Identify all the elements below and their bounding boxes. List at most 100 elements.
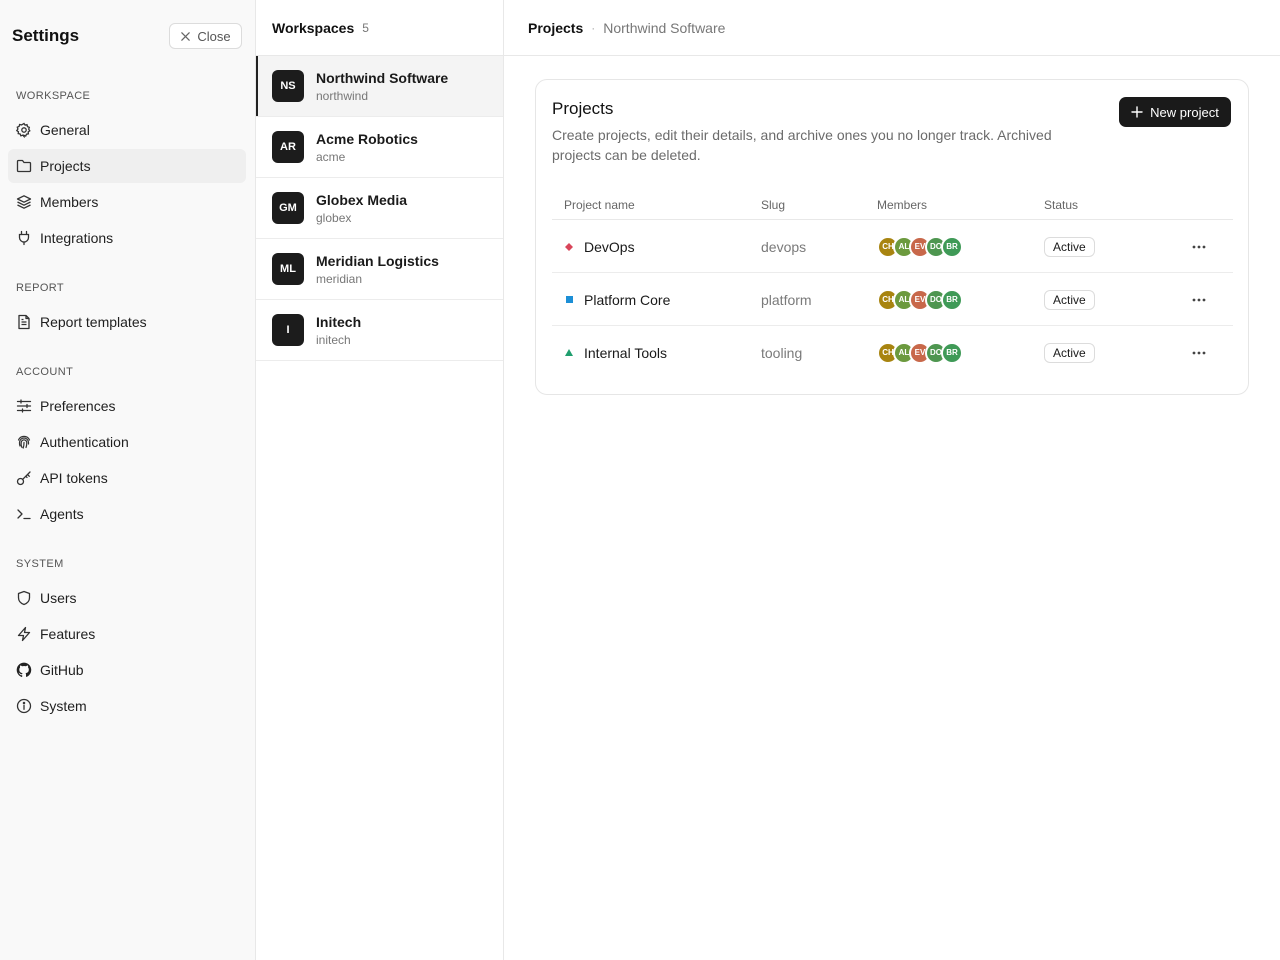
sidebar-item-integrations[interactable]: Integrations (8, 221, 246, 255)
workspace-slug: globex (316, 210, 352, 225)
workspace-name: Globex Media (316, 191, 408, 208)
card-description: Create projects, edit their details, and… (552, 127, 1052, 163)
sidebar-item-general[interactable]: General (8, 113, 246, 147)
key-icon (16, 471, 31, 486)
workspaces-title: Workspaces (272, 19, 355, 36)
sidebar-item-authentication[interactable]: Authentication (8, 425, 246, 459)
sidebar-item-report-templates[interactable]: Report templates (8, 305, 246, 339)
sidebar-item-features[interactable]: Features (8, 617, 246, 651)
new-project-label: New project (1150, 104, 1219, 120)
workspace-slug: northwind (316, 88, 369, 103)
workspace-item-globex[interactable]: GM Globex Media globex (256, 178, 503, 239)
workspace-slug: meridian (316, 271, 363, 286)
sliders-icon (16, 399, 32, 413)
close-icon (181, 31, 191, 41)
sidebar-item-github[interactable]: GitHub (8, 653, 246, 687)
row-actions-button[interactable] (1192, 273, 1206, 326)
project-name: DevOps (584, 238, 635, 255)
zap-icon (17, 626, 31, 642)
sidebar-item-label: Preferences (40, 398, 116, 414)
sidebar-item-label: Integrations (40, 230, 114, 246)
triangle-icon (564, 348, 574, 358)
workspace-avatar: ML (272, 253, 304, 285)
workspace-avatar: AR (272, 131, 304, 163)
more-horizontal-icon (1192, 351, 1206, 354)
workspace-item-initech[interactable]: I Initech initech (256, 300, 503, 361)
member-avatars: CH AL EV DO BR (877, 235, 963, 258)
diamond-icon (564, 242, 574, 252)
sidebar-item-projects[interactable]: Projects (8, 149, 246, 183)
sidebar-item-preferences[interactable]: Preferences (8, 389, 246, 423)
sidebar-item-label: General (40, 122, 90, 138)
workspaces-count: 5 (362, 20, 369, 35)
sidebar-item-label: Users (40, 590, 77, 606)
workspaces-header: Workspaces 5 (256, 0, 503, 56)
info-icon (16, 698, 32, 714)
breadcrumb-current: Projects (528, 19, 584, 36)
card-title: Projects (552, 99, 614, 118)
document-icon (18, 314, 30, 330)
table-header: Project name Slug Members Status (552, 184, 1233, 220)
sidebar-item-label: GitHub (40, 662, 84, 678)
sidebar-header: Settings Close (12, 22, 243, 50)
breadcrumb-parent[interactable]: Northwind Software (603, 20, 725, 36)
table-row[interactable]: DevOps devops CH AL EV DO BR Active (552, 220, 1233, 273)
gear-icon (16, 122, 31, 138)
workspace-slug: initech (316, 332, 351, 347)
settings-sidebar: Settings Close WORKSPACE General Project… (0, 0, 256, 960)
sidebar-item-label: Agents (40, 506, 84, 522)
plus-icon (1131, 106, 1143, 118)
row-actions-button[interactable] (1192, 326, 1206, 379)
close-button[interactable]: Close (169, 23, 242, 49)
sidebar-item-api-tokens[interactable]: API tokens (8, 461, 246, 495)
new-project-button[interactable]: New project (1119, 97, 1231, 127)
breadcrumb-separator: · (591, 20, 596, 35)
status-badge: Active (1044, 289, 1095, 310)
sidebar-item-users[interactable]: Users (8, 581, 246, 615)
sidebar-item-label: Features (40, 626, 96, 642)
table-row[interactable]: Platform Core platform CH AL EV DO BR Ac… (552, 273, 1233, 326)
breadcrumb: Projects · Northwind Software (504, 0, 1280, 56)
shield-icon (17, 590, 31, 606)
more-horizontal-icon (1192, 245, 1206, 248)
fingerprint-icon (17, 435, 31, 449)
section-label-system: SYSTEM (16, 558, 64, 570)
row-actions-button[interactable] (1192, 220, 1206, 273)
section-label-workspace: WORKSPACE (16, 90, 91, 102)
sidebar-item-label: Report templates (40, 314, 147, 330)
column-header-status[interactable]: Status (1044, 198, 1078, 212)
layers-icon (16, 195, 32, 209)
status-badge: Active (1044, 342, 1095, 363)
workspace-item-northwind[interactable]: NS Northwind Software northwind (256, 56, 503, 117)
sidebar-item-label: Members (40, 194, 99, 210)
member-avatars: CH AL EV DO BR (877, 341, 963, 364)
column-header-slug[interactable]: Slug (761, 198, 785, 212)
workspace-name: Acme Robotics (316, 130, 418, 147)
sidebar-title: Settings (12, 26, 80, 45)
workspaces-list: Workspaces 5 NS Northwind Software north… (256, 0, 504, 960)
close-button-label: Close (197, 28, 231, 44)
column-header-name[interactable]: Project name (564, 198, 635, 212)
sidebar-item-agents[interactable]: Agents (8, 497, 246, 531)
project-name: Internal Tools (584, 344, 668, 361)
sidebar-item-label: Authentication (40, 434, 129, 450)
workspace-avatar: GM (272, 192, 304, 224)
sidebar-item-members[interactable]: Members (8, 185, 246, 219)
workspace-name: Meridian Logistics (316, 252, 439, 269)
workspace-item-meridian[interactable]: ML Meridian Logistics meridian (256, 239, 503, 300)
folder-icon (16, 159, 32, 173)
plug-icon (18, 230, 30, 246)
sidebar-item-system[interactable]: System (8, 689, 246, 723)
workspace-name: Initech (316, 313, 362, 330)
square-icon (564, 295, 574, 305)
workspace-item-acme[interactable]: AR Acme Robotics acme (256, 117, 503, 178)
table-row[interactable]: Internal Tools tooling CH AL EV DO BR Ac… (552, 326, 1233, 379)
column-header-members[interactable]: Members (877, 198, 927, 212)
github-icon (16, 662, 32, 678)
workspace-slug: acme (316, 149, 346, 164)
section-label-report: REPORT (16, 282, 65, 294)
avatar: BR (941, 288, 963, 311)
workspace-name: Northwind Software (316, 69, 449, 86)
member-avatars: CH AL EV DO BR (877, 288, 963, 311)
workspace-avatar: NS (272, 70, 304, 102)
